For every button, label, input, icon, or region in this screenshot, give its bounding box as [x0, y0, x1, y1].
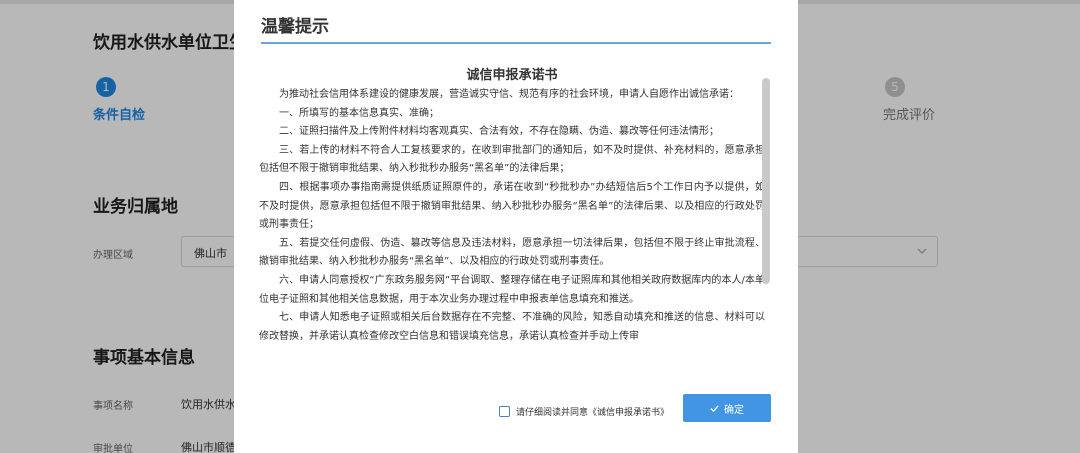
dialog-title: 温馨提示: [261, 17, 329, 37]
agree-checkbox-row[interactable]: 请仔细阅读并同意《诚信申报承诺书》: [499, 403, 669, 419]
document-paragraph: 一、所填写的基本信息真实、准确；: [279, 107, 439, 119]
confirm-label: 确定: [724, 404, 744, 416]
document-title: 诚信申报承诺书: [466, 68, 558, 83]
document-paragraph: 六、申请人同意授权“广东政务服务网”平台调取、整理存储在电子证照库和其他相关政府…: [259, 274, 765, 305]
title-divider: [261, 42, 771, 44]
document-paragraph: 四、根据事项办事指南需提供纸质证照原件的，承诺在收到“秒批秒办”办结短信后5个工…: [259, 181, 765, 231]
document-paragraph: 七、申请人知悉电子证照或相关后台数据存在不完整、不准确的风险，知悉自动填充和推送…: [259, 312, 765, 342]
document-scrollbar[interactable]: [762, 78, 770, 284]
agree-label[interactable]: 请仔细阅读并同意《诚信申报承诺书》: [516, 405, 669, 418]
notice-dialog: 温馨提示 诚信申报承诺书 为推动社会信用体系建设的健康发展，营造诚实守信、规范有…: [234, 0, 798, 453]
document-paragraph: 二、证照扫描件及上传附件材料均客观真实、合法有效，不存在隐瞒、伪造、篡改等任何违…: [279, 126, 719, 138]
agree-checkbox[interactable]: [499, 405, 510, 417]
document-paragraph: 为推动社会信用体系建设的健康发展，营造诚实守信、规范有序的社会环境，申请人自愿作…: [279, 89, 739, 100]
check-icon: [710, 404, 719, 412]
document-paragraph: 三、若上传的材料不符合人工复核要求的，在收到审批部门的通知后，如不及时提供、补充…: [259, 144, 765, 175]
commitment-document[interactable]: 诚信申报承诺书 为推动社会信用体系建设的健康发展，营造诚实守信、规范有序的社会环…: [259, 66, 765, 374]
document-paragraph: 五、若提交任何虚假、伪造、篡改等信息及违法材料，愿意承担一切法律后果，包括但不限…: [259, 237, 765, 268]
confirm-button[interactable]: 确定: [683, 394, 771, 422]
